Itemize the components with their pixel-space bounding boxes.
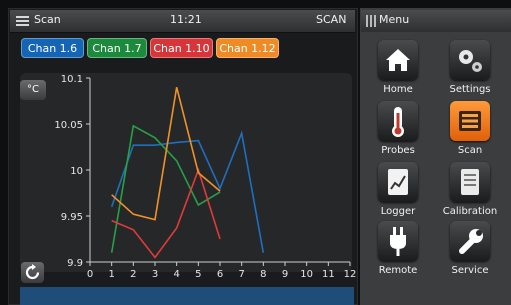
x-tick-label: 8	[260, 269, 266, 280]
service-label: Service	[451, 265, 489, 276]
settings-button[interactable]	[450, 40, 490, 80]
x-tick-label: 9	[282, 269, 288, 280]
refresh-button[interactable]	[21, 262, 44, 283]
x-tick-label: 3	[152, 269, 158, 280]
home-label: Home	[383, 84, 413, 95]
x-tick-label: 5	[195, 269, 201, 280]
y-tick-label: 9.9	[67, 258, 83, 269]
x-tick-label: 0	[87, 269, 93, 280]
x-tick-label: 11	[322, 269, 335, 280]
y-tick-label: 10	[70, 166, 83, 177]
home-icon	[386, 49, 410, 71]
logger-chart-icon	[388, 169, 408, 195]
service-button[interactable]	[450, 221, 490, 261]
logger-label: Logger	[380, 206, 416, 217]
probes-button[interactable]	[378, 101, 418, 141]
probes-label: Probes	[381, 145, 415, 156]
scan-button[interactable]	[450, 101, 490, 141]
x-tick-label: 2	[130, 269, 136, 280]
series-line-0	[110, 130, 265, 253]
scan-progress-bar	[20, 287, 354, 305]
series-line-2	[111, 167, 221, 259]
grip-icon	[366, 15, 376, 27]
x-tick-label: 10	[300, 269, 313, 280]
x-tick-label: 6	[217, 269, 223, 280]
unit-toggle-button[interactable]: °C	[20, 80, 46, 100]
refresh-icon	[25, 264, 40, 280]
settings-label: Settings	[449, 84, 491, 95]
scan-label: Scan	[457, 145, 483, 156]
x-tick-label: 12	[344, 269, 357, 280]
remote-plug-icon	[390, 227, 406, 256]
wrench-icon	[459, 229, 483, 254]
home-button[interactable]	[378, 40, 418, 80]
list-icon	[459, 111, 481, 131]
x-tick-label: 1	[108, 269, 114, 280]
remote-button[interactable]	[378, 221, 418, 261]
thermometer-icon	[392, 107, 404, 137]
x-tick-label: 7	[238, 269, 244, 280]
calibration-label: Calibration	[442, 206, 498, 217]
remote-label: Remote	[378, 265, 418, 276]
calibration-document-icon	[461, 169, 479, 195]
menu-header: Menu	[361, 10, 511, 32]
calibration-button[interactable]	[450, 162, 490, 202]
y-tick-label: 10.1	[61, 74, 83, 85]
gears-icon	[459, 50, 482, 72]
x-tick-label: 4	[173, 269, 179, 280]
y-tick-label: 9.95	[61, 212, 83, 223]
menu-title: Menu	[379, 13, 410, 26]
logger-button[interactable]	[378, 162, 418, 202]
y-tick-label: 10.05	[54, 120, 83, 131]
